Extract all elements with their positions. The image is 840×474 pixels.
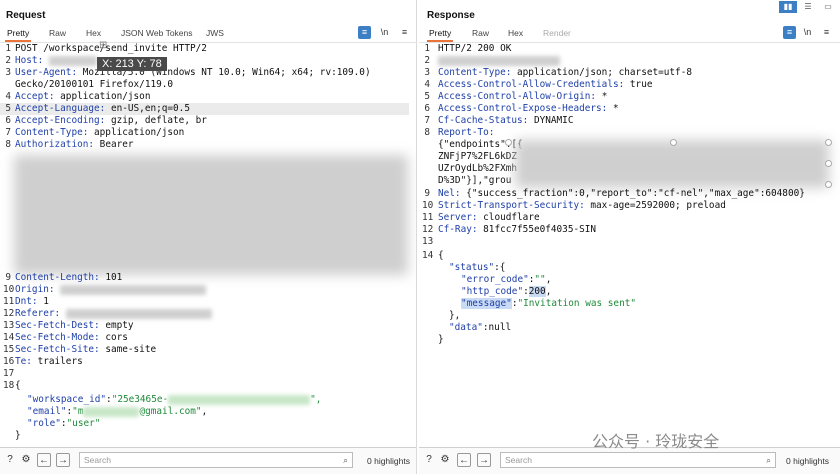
watermark: 公众号 · 玲珑安全	[592, 432, 720, 451]
redacted-value	[83, 406, 140, 417]
highlights-count: 0 highlights	[786, 456, 830, 466]
response-tabs: Pretty Raw Hex Render	[419, 26, 840, 42]
search-input[interactable]: Search ⌕	[79, 452, 353, 468]
redacted-value	[168, 394, 311, 405]
redacted-value	[48, 55, 97, 66]
help-icon[interactable]: ?	[422, 453, 436, 467]
back-icon[interactable]: ←	[457, 453, 471, 467]
tab-raw[interactable]: Raw	[49, 28, 66, 38]
request-footer: ? ⚙ ← → Search ⌕ 0 highlights	[0, 447, 416, 474]
resize-handle[interactable]	[505, 139, 512, 146]
resize-handle[interactable]	[825, 139, 832, 146]
cursor-icon: ⊞	[99, 40, 108, 51]
settings-icon[interactable]: ⚙	[438, 453, 452, 467]
request-title: Request	[6, 10, 46, 21]
coordinate-tooltip: X: 213 Y: 78	[97, 57, 167, 71]
wrap-lines-icon[interactable]: ≡	[358, 26, 371, 39]
search-input[interactable]: Search ⌕	[500, 452, 776, 468]
help-icon[interactable]: ?	[3, 453, 17, 467]
tabs-layout-icon[interactable]: ▭	[819, 1, 837, 13]
redacted-value	[65, 308, 212, 319]
redacted-token-block	[14, 155, 408, 275]
redacted-value	[60, 284, 207, 295]
resize-handle[interactable]	[670, 139, 677, 146]
back-icon[interactable]: ←	[37, 453, 51, 467]
response-editor[interactable]: 1 HTTP/2 200 OK 2 3 Content-Type: applicat…	[419, 42, 840, 446]
wrap-lines-icon[interactable]: ≡	[783, 26, 796, 39]
tab-pretty[interactable]: Pretty	[426, 28, 454, 42]
tab-pretty[interactable]: Pretty	[4, 28, 32, 42]
split-horizontal-icon[interactable]: ▮▮	[779, 1, 797, 13]
tab-hex[interactable]: Hex	[508, 28, 523, 38]
request-tabs: Pretty Raw Hex JSON Web Tokens JWS	[0, 26, 416, 42]
response-title: Response	[427, 10, 475, 21]
tab-jws[interactable]: JWS	[206, 28, 224, 38]
redacted-value	[438, 55, 560, 66]
menu-icon[interactable]: ≡	[820, 26, 833, 39]
forward-icon[interactable]: →	[56, 453, 70, 467]
request-editor[interactable]: 1 POST /workspace/send_invite HTTP/2 2 Hos…	[0, 42, 416, 446]
show-newlines-icon[interactable]: \n	[378, 26, 391, 39]
menu-icon[interactable]: ≡	[398, 26, 411, 39]
highlights-count: 0 highlights	[367, 456, 411, 466]
tab-render[interactable]: Render	[543, 28, 571, 38]
split-vertical-icon[interactable]: ☰	[799, 1, 817, 13]
response-pane: ▮▮ ☰ ▭ Response Pretty Raw Hex Render ≡ …	[419, 0, 840, 474]
resize-handle[interactable]	[825, 181, 832, 188]
tab-json-web-tokens[interactable]: JSON Web Tokens	[121, 28, 193, 38]
search-icon: ⌕	[343, 455, 348, 465]
redacted-report-to-block	[515, 140, 829, 188]
request-pane: Request Pretty Raw Hex JSON Web Tokens J…	[0, 0, 417, 474]
tab-hex[interactable]: Hex	[86, 28, 101, 38]
resize-handle[interactable]	[825, 160, 832, 167]
search-icon: ⌕	[766, 455, 771, 465]
settings-icon[interactable]: ⚙	[19, 453, 33, 467]
code-line: 5 Accept-Language: en-US,en;q=0.5	[0, 103, 409, 115]
show-newlines-icon[interactable]: \n	[801, 26, 814, 39]
tab-raw[interactable]: Raw	[472, 28, 489, 38]
forward-icon[interactable]: →	[477, 453, 491, 467]
